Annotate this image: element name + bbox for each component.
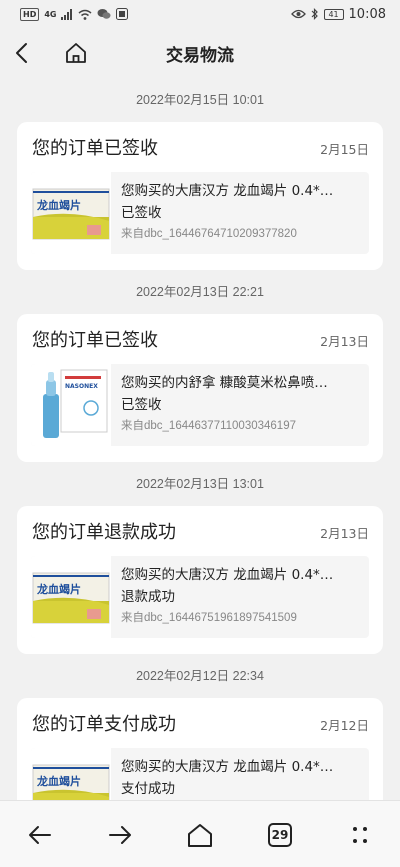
order-status: 支付成功 — [121, 781, 175, 797]
order-group: 2022年02月15日 10:01 您的订单已签收 2月15日 龙血竭片 您购买… — [0, 78, 400, 270]
page-header: 交易物流 — [0, 28, 400, 78]
bluetooth-icon — [311, 8, 318, 20]
order-description: 您购买的大唐汉方 龙血竭片 0.4*… — [121, 183, 334, 199]
hd-badge: HD — [20, 7, 40, 21]
home-icon[interactable] — [186, 821, 214, 849]
signal-icon — [61, 8, 73, 20]
clock-time: 10:08 — [348, 6, 386, 22]
wifi-icon — [79, 9, 92, 20]
product-thumbnail: 龙血竭片 — [31, 172, 111, 254]
back-arrow-icon[interactable] — [26, 821, 54, 849]
wechat-icon — [97, 9, 111, 19]
order-timestamp: 2022年02月13日 13:01 — [136, 477, 264, 491]
browser-bottom-nav: 29 — [0, 800, 400, 867]
order-timestamp: 2022年02月13日 22:21 — [136, 285, 264, 299]
product-thumbnail: 龙血竭片 — [31, 748, 111, 800]
order-date: 2月13日 — [320, 526, 369, 541]
nasal-spray-image: NASONEX — [43, 369, 108, 438]
status-bar-left: HD 4G — [20, 7, 129, 21]
order-source: 来自dbc_16446764710209377820 — [121, 228, 297, 240]
order-status: 已签收 — [121, 205, 162, 221]
tabs-button[interactable]: 29 — [266, 821, 294, 849]
page-title: 交易物流 — [166, 46, 234, 66]
medicine-box-image: 龙血竭片 — [32, 764, 110, 800]
status-bar: HD 4G 41 10:08 — [0, 0, 400, 28]
eye-icon — [290, 9, 306, 19]
order-date: 2月13日 — [320, 334, 369, 349]
order-description: 您购买的大唐汉方 龙血竭片 0.4*… — [121, 567, 334, 583]
medicine-box-image: 龙血竭片 — [32, 572, 110, 624]
order-card[interactable]: 您的订单已签收 2月15日 龙血竭片 您购买的大唐汉方 龙血竭片 0.4*… 已… — [17, 122, 383, 270]
order-group: 2022年02月12日 22:34 您的订单支付成功 2月12日 龙血竭片 您购… — [0, 654, 400, 800]
order-detail[interactable]: 龙血竭片 您购买的大唐汉方 龙血竭片 0.4*… 支付成功 — [31, 748, 369, 800]
order-source: 来自dbc_16446751961897541509 — [121, 612, 297, 624]
status-bar-right: 41 10:08 — [290, 6, 386, 22]
product-box-label: 龙血竭片 — [36, 198, 81, 212]
forward-arrow-icon[interactable] — [106, 821, 134, 849]
product-thumbnail: NASONEX — [31, 364, 111, 446]
order-card[interactable]: 您的订单已签收 2月13日 NASONEX 您购买的内舒拿 糠酸莫米松鼻喷… 已… — [17, 314, 383, 462]
order-date: 2月12日 — [320, 718, 369, 733]
product-box-label: 龙血竭片 — [36, 582, 81, 596]
order-group: 2022年02月13日 22:21 您的订单已签收 2月13日 NASONEX — [0, 270, 400, 462]
order-detail[interactable]: NASONEX 您购买的内舒拿 糠酸莫米松鼻喷… 已签收 来自dbc_16446… — [31, 364, 369, 446]
order-detail[interactable]: 龙血竭片 您购买的大唐汉方 龙血竭片 0.4*… 已签收 来自dbc_16446… — [31, 172, 369, 254]
order-detail[interactable]: 龙血竭片 您购买的大唐汉方 龙血竭片 0.4*… 退款成功 来自dbc_1644… — [31, 556, 369, 638]
order-group: 2022年02月13日 13:01 您的订单退款成功 2月13日 龙血竭片 您购… — [0, 462, 400, 654]
product-box-label: 龙血竭片 — [36, 774, 81, 788]
order-description: 您购买的大唐汉方 龙血竭片 0.4*… — [121, 759, 334, 775]
order-date: 2月15日 — [320, 142, 369, 157]
medicine-box-image: 龙血竭片 — [32, 188, 110, 240]
order-title: 您的订单已签收 — [32, 330, 158, 351]
order-card[interactable]: 您的订单支付成功 2月12日 龙血竭片 您购买的大唐汉方 龙血竭片 0.4*… — [17, 698, 383, 800]
order-card[interactable]: 您的订单退款成功 2月13日 龙血竭片 您购买的大唐汉方 龙血竭片 0.4*… — [17, 506, 383, 654]
order-status: 退款成功 — [121, 589, 175, 605]
network-label: 4G — [44, 9, 57, 19]
order-title: 您的订单已签收 — [32, 138, 158, 159]
battery-icon: 41 — [323, 8, 344, 20]
product-box-label: NASONEX — [65, 383, 98, 390]
order-title: 您的订单支付成功 — [32, 714, 176, 735]
order-timestamp: 2022年02月15日 10:01 — [136, 93, 264, 107]
tab-count: 29 — [271, 828, 289, 842]
app-notification-icon — [116, 8, 129, 20]
order-source: 来自dbc_16446377110030346197 — [121, 420, 296, 432]
order-description: 您购买的内舒拿 糠酸莫米松鼻喷… — [121, 375, 328, 391]
order-title: 您的订单退款成功 — [32, 522, 176, 543]
order-status: 已签收 — [121, 397, 162, 413]
more-menu-icon[interactable] — [346, 821, 374, 849]
order-feed[interactable]: 2022年02月15日 10:01 您的订单已签收 2月15日 龙血竭片 您购买… — [0, 78, 400, 800]
order-timestamp: 2022年02月12日 22:34 — [136, 669, 264, 683]
product-thumbnail: 龙血竭片 — [31, 556, 111, 638]
